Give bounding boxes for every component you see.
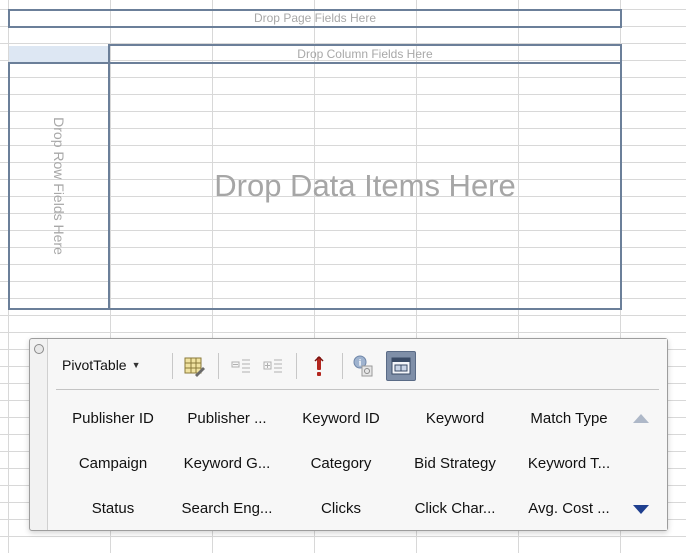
row-fields-drop-label: Drop Row Fields Here [51,117,67,255]
field-list-toggle-icon [391,357,411,375]
field-click-charge[interactable]: Click Char... [398,498,512,520]
show-detail-button[interactable] [258,351,288,381]
field-publisher-id[interactable]: Publisher ID [56,408,170,430]
hide-detail-icon [231,359,250,373]
field-avg-cost[interactable]: Avg. Cost ... [512,498,626,520]
refresh-data-icon [314,355,324,376]
show-detail-icon [263,359,282,373]
pivottable-menu-label: PivotTable [62,357,127,373]
palette-body: PivotTable ▼ i Publisher ID Publisher ..… [47,339,667,530]
page-fields-drop-label: Drop Page Fields Here [253,11,377,25]
column-fields-drop-zone[interactable]: Drop Column Fields Here [108,44,622,64]
toolbar-divider [172,353,173,379]
field-settings-button[interactable]: i [348,351,378,381]
scroll-up-icon[interactable] [630,408,652,430]
field-match-type[interactable]: Match Type [512,408,626,430]
chevron-down-icon: ▼ [131,360,141,370]
field-bid-strategy[interactable]: Bid Strategy [398,453,512,475]
field-keyword-type[interactable]: Keyword T... [512,453,626,475]
field-status[interactable]: Status [56,498,170,520]
pivottable-menu-button[interactable]: PivotTable ▼ [56,351,147,379]
field-category[interactable]: Category [284,453,398,475]
selected-cell [9,46,109,62]
field-campaign[interactable]: Campaign [56,453,170,475]
scroll-down-icon[interactable] [630,498,652,520]
refresh-data-button[interactable] [304,351,334,381]
field-clicks[interactable]: Clicks [284,498,398,520]
format-report-icon [184,357,205,377]
row-fields-drop-zone[interactable]: Drop Row Fields Here [8,62,110,310]
format-report-button[interactable] [179,351,209,381]
pivottable-palette: PivotTable ▼ i Publisher ID Publisher ..… [29,338,668,531]
data-items-drop-label: Drop Data Items Here [214,168,516,203]
toolbar-divider [218,353,219,379]
field-keyword-id[interactable]: Keyword ID [284,408,398,430]
field-keyword-group[interactable]: Keyword G... [170,453,284,475]
toolbar-divider [296,353,297,379]
palette-close-icon[interactable] [34,344,44,354]
page-fields-drop-zone[interactable]: Drop Page Fields Here [8,9,622,28]
field-list-toggle-button[interactable] [386,351,416,381]
field-search-engine[interactable]: Search Eng... [170,498,284,520]
field-keyword[interactable]: Keyword [398,408,512,430]
field-publisher[interactable]: Publisher ... [170,408,284,430]
hide-detail-button[interactable] [226,351,256,381]
pivottable-toolbar: PivotTable ▼ i [56,345,664,385]
data-items-drop-zone[interactable]: Drop Data Items Here [108,62,622,310]
field-settings-icon: i [353,355,373,377]
toolbar-divider [342,353,343,379]
toolbar-divider-line [56,389,659,390]
column-fields-drop-label: Drop Column Fields Here [297,47,433,61]
